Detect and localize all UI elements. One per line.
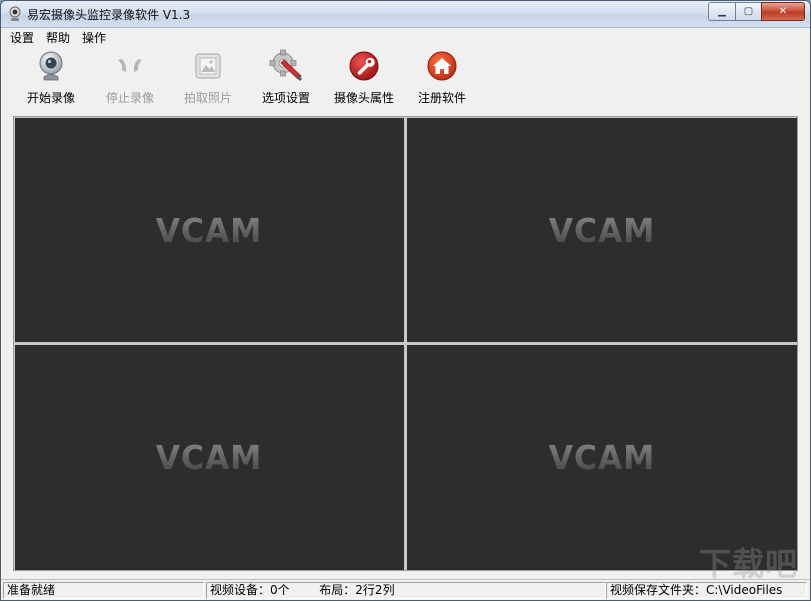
app-window: 易宏摄像头监控录像软件 V1.3 ▁ ▢ ✕ 设置 帮助 操作 开始录像 停止录…: [0, 0, 811, 601]
take-photo-button[interactable]: 拍取照片: [173, 49, 243, 109]
window-title: 易宏摄像头监控录像软件 V1.3: [27, 8, 191, 22]
stop-recording-label: 停止录像: [105, 91, 154, 105]
minimize-icon: ▁: [718, 6, 726, 17]
vcam-logo: VCAM: [156, 210, 263, 250]
stop-recording-button[interactable]: 停止录像: [95, 49, 165, 109]
menu-help[interactable]: 帮助: [40, 29, 76, 46]
close-icon: ✕: [778, 6, 788, 17]
menu-operations[interactable]: 操作: [76, 29, 112, 46]
stop-record-icon: [113, 49, 147, 83]
webcam-icon: [34, 49, 68, 83]
status-devices: 视频设备：0个: [210, 583, 290, 597]
gear-brush-icon: [269, 49, 303, 83]
camera-properties-label: 摄像头属性: [333, 91, 394, 105]
photo-icon: [191, 49, 225, 83]
menu-settings[interactable]: 设置: [4, 29, 40, 46]
options-settings-button[interactable]: 选项设置: [251, 49, 321, 109]
window-controls: ▁ ▢ ✕: [708, 2, 805, 21]
video-pane-4[interactable]: VCAM: [407, 345, 797, 570]
take-photo-label: 拍取照片: [183, 91, 232, 105]
maximize-icon: ▢: [743, 6, 754, 17]
video-pane-2[interactable]: VCAM: [407, 118, 797, 342]
video-pane-3[interactable]: VCAM: [15, 345, 404, 570]
video-pane-1[interactable]: VCAM: [15, 118, 404, 342]
video-grid: VCAM VCAM VCAM VCAM: [13, 116, 798, 571]
toolbar: 开始录像 停止录像 拍取照片 选项设置 摄像头属性 注册软件: [1, 46, 810, 112]
register-software-label: 注册软件: [417, 91, 466, 105]
options-settings-label: 选项设置: [261, 91, 310, 105]
status-layout: 布局：2行2列: [319, 583, 395, 597]
menu-bar: 设置 帮助 操作: [1, 28, 810, 46]
vcam-logo: VCAM: [156, 438, 263, 477]
app-webcam-icon: [7, 6, 23, 22]
minimize-button[interactable]: ▁: [708, 2, 735, 21]
status-devices-layout: 视频设备：0个 布局：2行2列: [206, 582, 606, 599]
register-software-button[interactable]: 注册软件: [407, 49, 477, 109]
wrench-icon: [347, 49, 381, 83]
camera-properties-button[interactable]: 摄像头属性: [329, 49, 399, 109]
close-button[interactable]: ✕: [761, 2, 805, 21]
vcam-logo: VCAM: [548, 210, 656, 250]
status-folder: 视频保存文件夹：C:\VideoFiles: [606, 582, 807, 599]
vcam-logo: VCAM: [548, 438, 656, 477]
status-ready: 准备就绪: [3, 582, 204, 599]
start-recording-button[interactable]: 开始录像: [16, 49, 86, 109]
title-bar[interactable]: 易宏摄像头监控录像软件 V1.3 ▁ ▢ ✕: [1, 1, 810, 28]
status-bar: 准备就绪 视频设备：0个 布局：2行2列 视频保存文件夹：C:\VideoFil…: [1, 579, 810, 600]
maximize-button[interactable]: ▢: [735, 2, 761, 21]
home-icon: [425, 49, 459, 83]
start-recording-label: 开始录像: [26, 91, 75, 105]
